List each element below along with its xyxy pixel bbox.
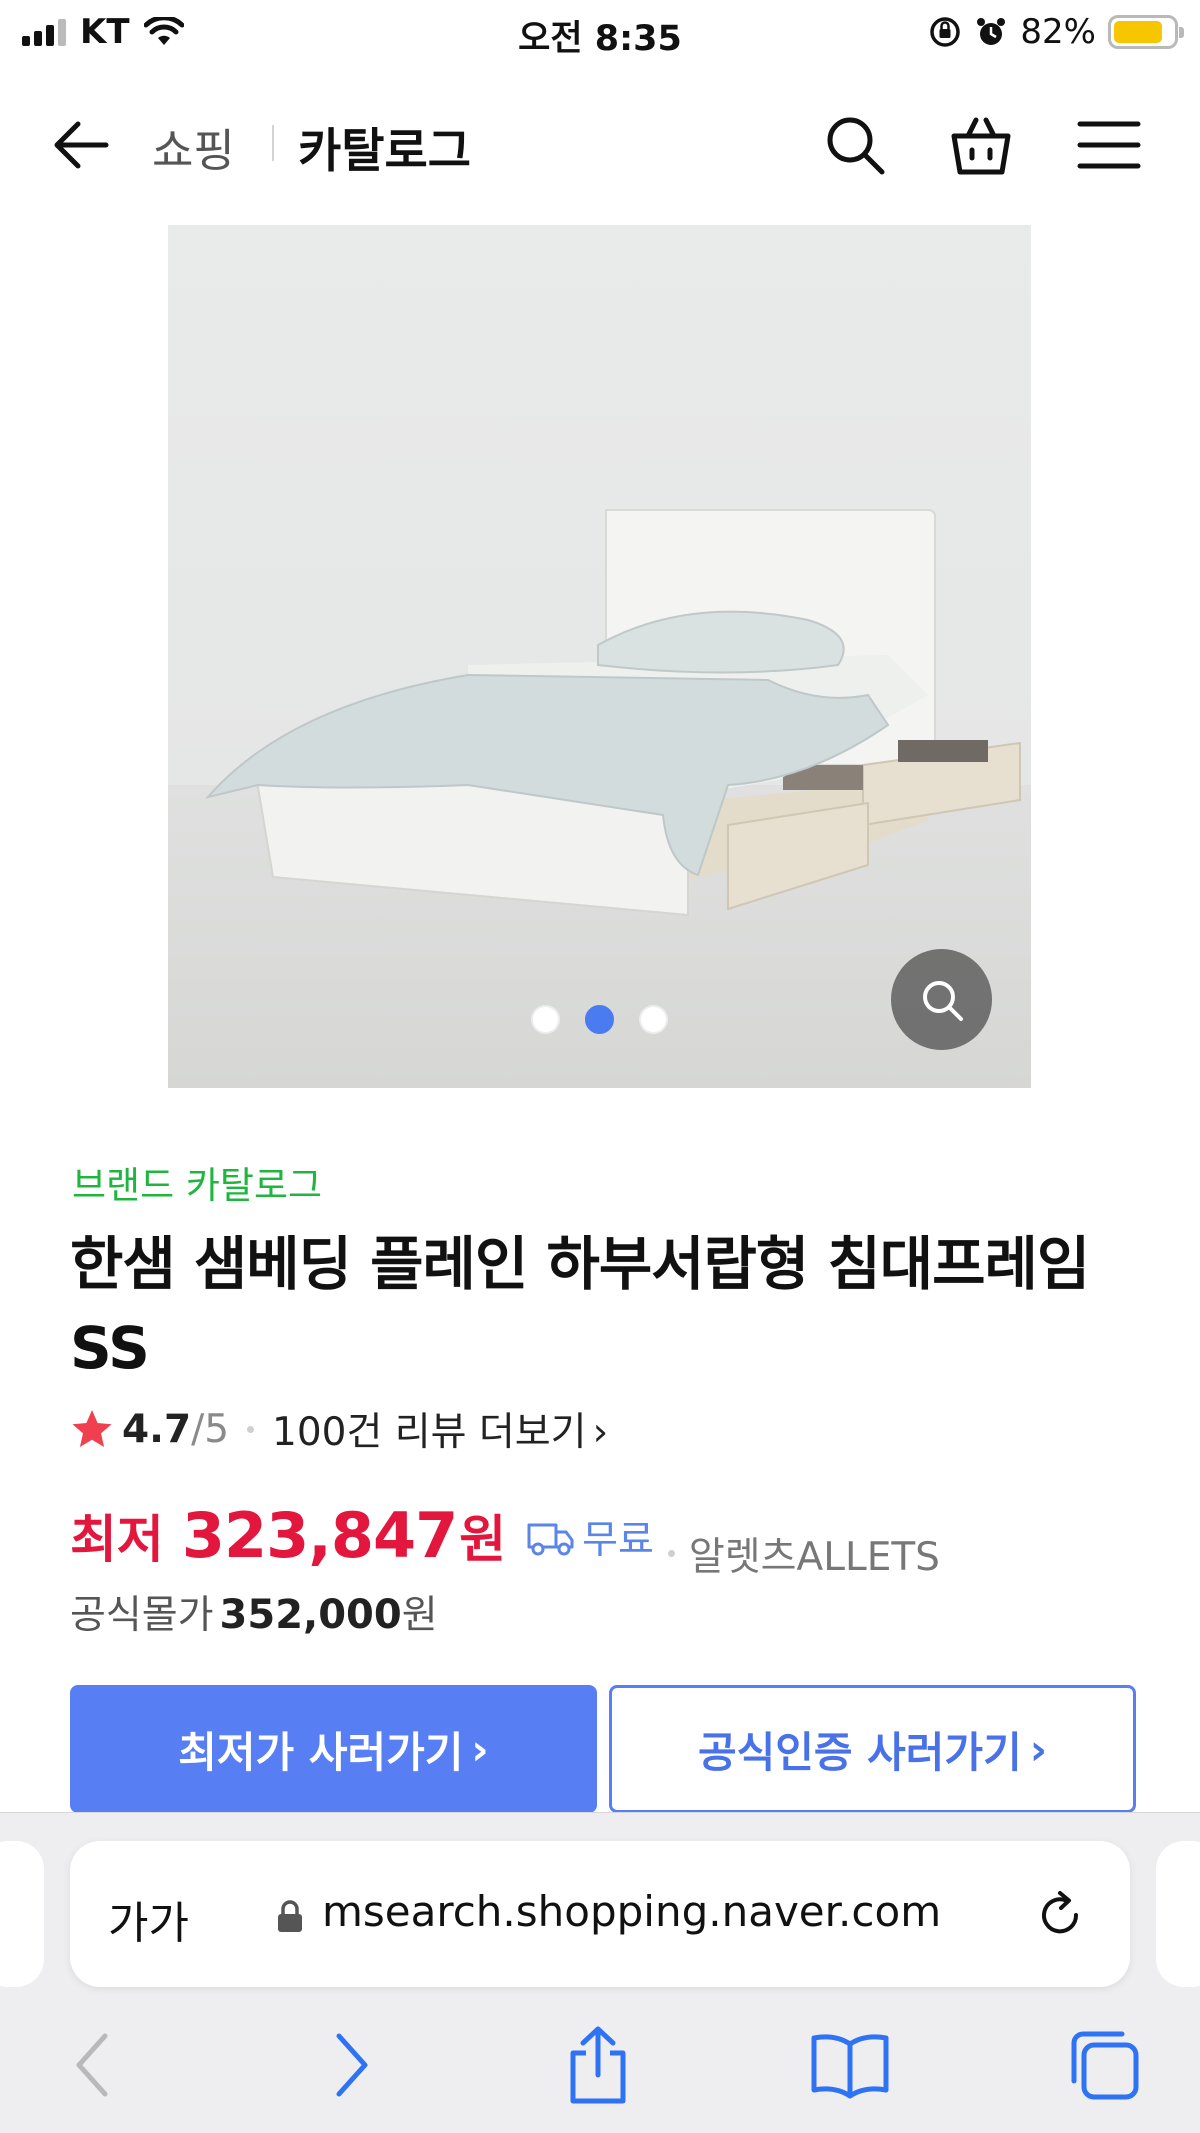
gallery-dot-active[interactable] bbox=[585, 1005, 614, 1034]
price-unit: 원 bbox=[459, 1511, 507, 1570]
brand-catalog-link[interactable]: 브랜드 카탈로그 bbox=[72, 1155, 322, 1209]
back-icon bbox=[76, 2033, 108, 2097]
alarm-icon bbox=[977, 18, 1006, 45]
rating-value: 4.7 bbox=[122, 1406, 192, 1452]
address-bar[interactable]: 가가 msearch.shopping.naver.com bbox=[70, 1841, 1130, 1987]
battery-percent: 82% bbox=[1020, 12, 1096, 52]
lowest-price-buy-button[interactable]: 최저가 사러가기 bbox=[70, 1685, 597, 1813]
previous-tab-preview[interactable] bbox=[0, 1841, 44, 1987]
product-image[interactable] bbox=[168, 225, 1031, 1088]
reload-icon[interactable] bbox=[1030, 1885, 1090, 1945]
review-link[interactable]: 100건 리뷰 더보기 bbox=[272, 1401, 608, 1457]
zoom-button[interactable] bbox=[891, 949, 992, 1050]
search-icon[interactable] bbox=[822, 112, 888, 178]
magnifier-icon bbox=[922, 980, 963, 1021]
lowest-price: 323,847 bbox=[181, 1499, 458, 1572]
shipping-label: 무료 bbox=[582, 1518, 654, 1563]
url-text[interactable]: msearch.shopping.naver.com bbox=[322, 1887, 941, 1936]
share-icon bbox=[570, 2026, 626, 2104]
product-title: 한샘 샘베딩 플레인 하부서랍형 침대프레임 SS bbox=[70, 1230, 1090, 1382]
official-price-label: 공식몰가 bbox=[70, 1593, 214, 1638]
seller-name[interactable]: 알렛츠ALLETS bbox=[654, 1526, 940, 1582]
breadcrumb-divider bbox=[272, 125, 274, 161]
shipping-info: 무료 bbox=[526, 1509, 654, 1565]
rating-row: 4.7 /5 100건 리뷰 더보기 bbox=[70, 1401, 608, 1457]
breadcrumb-shopping[interactable]: 쇼핑 bbox=[152, 114, 235, 179]
official-price-unit: 원 bbox=[401, 1593, 438, 1638]
arrow-left-icon[interactable] bbox=[48, 112, 114, 178]
browser-forward-button[interactable] bbox=[312, 2025, 392, 2105]
text-size-button[interactable]: 가가 bbox=[108, 1887, 189, 1951]
orientation-lock-icon bbox=[930, 17, 961, 47]
star-icon bbox=[72, 1410, 112, 1447]
bookmarks-button[interactable] bbox=[810, 2025, 890, 2105]
gallery-dot[interactable] bbox=[531, 1005, 560, 1034]
share-button[interactable] bbox=[558, 2025, 638, 2105]
price-row: 최저 323,847 원 무료 알렛츠ALLETS bbox=[70, 1498, 940, 1580]
tabs-button[interactable] bbox=[1064, 2025, 1144, 2105]
status-right: 82% bbox=[928, 12, 1184, 52]
bed-photo bbox=[168, 225, 1031, 1088]
battery-icon bbox=[1108, 15, 1184, 49]
forward-icon bbox=[336, 2033, 368, 2097]
app-header: 쇼핑 카탈로그 bbox=[0, 92, 1200, 198]
browser-toolbar bbox=[0, 2013, 1200, 2123]
browser-bar: 가가 msearch.shopping.naver.com bbox=[0, 1812, 1200, 2133]
shopping-bag-icon[interactable] bbox=[948, 112, 1014, 178]
menu-icon[interactable] bbox=[1076, 112, 1142, 178]
bookmarks-icon bbox=[811, 2034, 889, 2099]
status-bar: KT 오전 8:35 82% bbox=[0, 0, 1200, 66]
official-buy-button[interactable]: 공식인증 사러가기 bbox=[609, 1685, 1136, 1813]
price-label: 최저 bbox=[70, 1511, 164, 1570]
page-title: 카탈로그 bbox=[298, 124, 471, 179]
separator-dot bbox=[247, 1425, 255, 1433]
browser-back-button[interactable] bbox=[52, 2025, 132, 2105]
official-price-row: 공식몰가 352,000 원 bbox=[70, 1584, 438, 1640]
truck-icon bbox=[527, 1523, 574, 1556]
tabs-icon bbox=[1071, 2031, 1139, 2100]
next-tab-preview[interactable] bbox=[1156, 1841, 1200, 1987]
gallery-dot[interactable] bbox=[639, 1005, 668, 1034]
rating-max: /5 bbox=[191, 1406, 230, 1452]
lock-icon bbox=[278, 1900, 302, 1932]
official-price: 352,000 bbox=[219, 1592, 402, 1638]
